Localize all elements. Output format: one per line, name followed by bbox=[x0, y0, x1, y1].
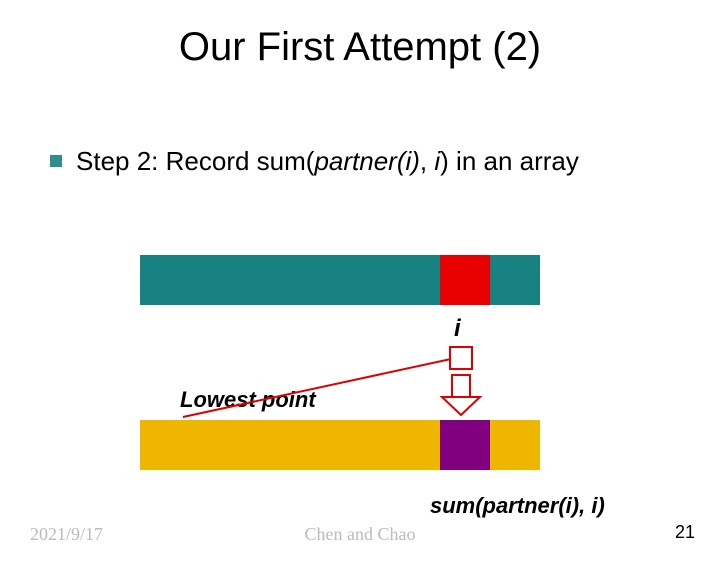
sum-label: sum(partner(i), i) bbox=[430, 493, 605, 519]
array-cell bbox=[240, 420, 290, 470]
bullet-row: Step 2: Record sum(partner(i), i) in an … bbox=[50, 145, 680, 178]
array-cell bbox=[290, 255, 340, 305]
footer-author: Chen and Chao bbox=[305, 524, 416, 545]
array-cell bbox=[190, 420, 240, 470]
step-prefix: Step 2: Record sum( bbox=[76, 146, 314, 176]
body: Step 2: Record sum(partner(i), i) in an … bbox=[50, 145, 680, 178]
array-top bbox=[140, 255, 540, 305]
array-cell bbox=[140, 255, 190, 305]
array-cell bbox=[140, 420, 190, 470]
array-cell-highlight bbox=[440, 255, 490, 305]
array-cell bbox=[490, 255, 540, 305]
step-suffix: ) in an array bbox=[440, 146, 579, 176]
array-cell bbox=[190, 255, 240, 305]
array-cell bbox=[390, 255, 440, 305]
array-cell-highlight bbox=[440, 420, 490, 470]
array-cell bbox=[340, 255, 390, 305]
array-cell bbox=[290, 420, 340, 470]
down-arrow-icon bbox=[442, 375, 480, 415]
step-text: Step 2: Record sum(partner(i), i) in an … bbox=[76, 145, 579, 178]
footer-date: 2021/9/17 bbox=[30, 524, 103, 545]
lowest-point-label: Lowest point bbox=[180, 387, 316, 413]
array-bottom bbox=[140, 420, 540, 470]
array-cell bbox=[390, 420, 440, 470]
step-arg1: partner(i) bbox=[314, 146, 419, 176]
i-label: i bbox=[454, 315, 461, 343]
array-cell bbox=[490, 420, 540, 470]
slide-title: Our First Attempt (2) bbox=[0, 25, 720, 70]
step-sep: , bbox=[420, 146, 434, 176]
array-cell bbox=[340, 420, 390, 470]
array-cell bbox=[240, 255, 290, 305]
small-box-icon bbox=[450, 347, 472, 369]
bullet-icon bbox=[50, 155, 62, 167]
